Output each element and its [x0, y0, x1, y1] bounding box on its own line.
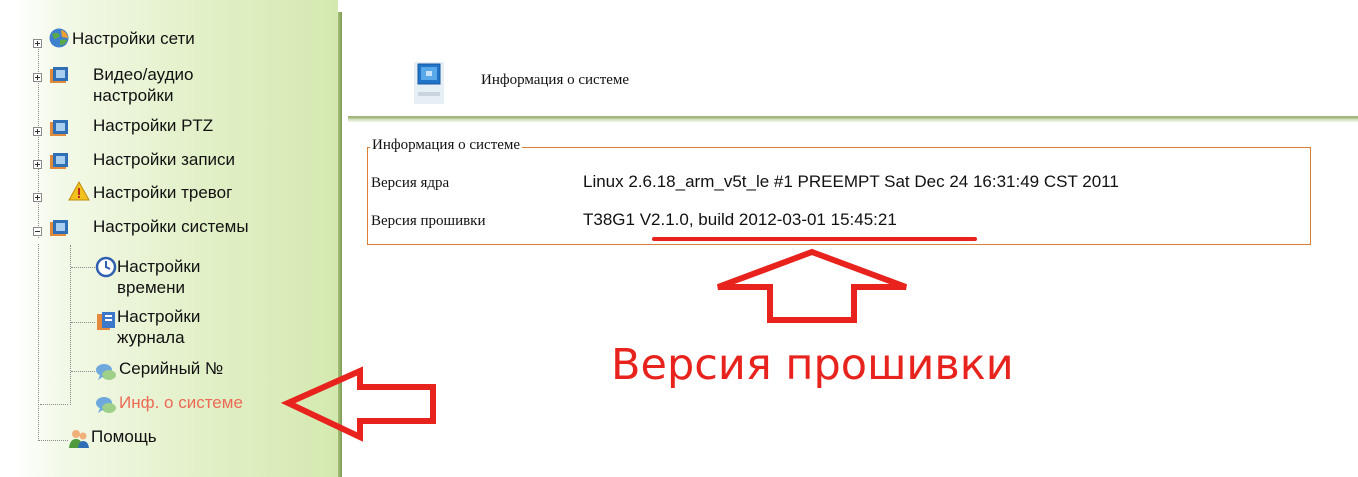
left-arrow-annotation — [280, 366, 436, 442]
expand-toggle[interactable] — [33, 160, 42, 169]
chat-icon — [96, 364, 116, 380]
people-icon — [69, 430, 89, 448]
tree-line — [38, 440, 68, 441]
sidebar-item-ptz-settings[interactable]: Настройки PTZ — [93, 115, 213, 136]
sidebar-item-time-settings[interactable]: Настройки времени — [117, 256, 200, 298]
expand-toggle[interactable] — [33, 39, 42, 48]
sidebar-item-label-line2: настройки — [93, 86, 174, 105]
camera-icon — [50, 120, 68, 136]
tree-line — [71, 371, 95, 372]
expand-toggle[interactable] — [33, 193, 42, 202]
tree-line — [71, 322, 95, 323]
collapse-toggle[interactable] — [33, 227, 42, 236]
kernel-version-label: Версия ядра — [371, 175, 450, 191]
sidebar-item-serial-number[interactable]: Серийный № — [119, 358, 223, 379]
tree-line — [40, 404, 68, 405]
up-arrow-annotation — [716, 248, 908, 323]
page-title: Информация о системе — [481, 72, 630, 88]
sidebar-item-system-settings[interactable]: Настройки системы — [93, 216, 249, 237]
system-info-fieldset — [367, 147, 1311, 245]
sidebar-item-network-settings[interactable]: Настройки сети — [72, 28, 195, 49]
clock-icon — [95, 256, 117, 278]
journal-icon — [97, 312, 115, 330]
chat-icon — [96, 397, 116, 413]
header-divider — [348, 116, 1358, 122]
tree-line — [71, 267, 95, 268]
sidebar-item-alarm-settings[interactable]: Настройки тревог — [93, 182, 232, 203]
firmware-version-label: Версия прошивки — [371, 213, 486, 229]
camera-icon — [50, 153, 68, 169]
annotation-label: Версия прошивки — [611, 340, 1014, 390]
sidebar-item-recording-settings[interactable]: Настройки записи — [93, 149, 235, 170]
camera-icon — [50, 220, 68, 236]
sidebar-item-label: Видео/аудио — [93, 65, 194, 84]
tree-line — [38, 244, 39, 439]
monitor-icon — [414, 62, 444, 104]
globe-icon — [49, 28, 69, 48]
camera-icon — [50, 67, 68, 83]
sidebar-item-help[interactable]: Помощь — [91, 426, 157, 447]
warning-icon — [68, 180, 90, 201]
firmware-version-value: T38G1 V2.1.0, build 2012-03-01 15:45:21 — [583, 210, 897, 229]
sidebar-item-video-audio[interactable]: Видео/аудио настройки — [93, 64, 193, 106]
annotation-underline — [652, 237, 977, 241]
sidebar-item-system-info[interactable]: Инф. о системе — [119, 392, 243, 413]
tree-line — [70, 245, 71, 405]
sidebar-item-label-line2: времени — [117, 278, 185, 297]
kernel-version-value: Linux 2.6.18_arm_v5t_le #1 PREEMPT Sat D… — [583, 172, 1119, 191]
sidebar-item-label-line2: журнала — [117, 328, 185, 347]
sidebar-item-label: Настройки — [117, 257, 201, 276]
expand-toggle[interactable] — [33, 73, 42, 82]
fieldset-legend: Информация о системе — [370, 137, 523, 154]
sidebar-item-log-settings[interactable]: Настройки журнала — [117, 306, 200, 348]
expand-toggle[interactable] — [33, 127, 42, 136]
sidebar-item-label: Настройки — [117, 307, 201, 326]
